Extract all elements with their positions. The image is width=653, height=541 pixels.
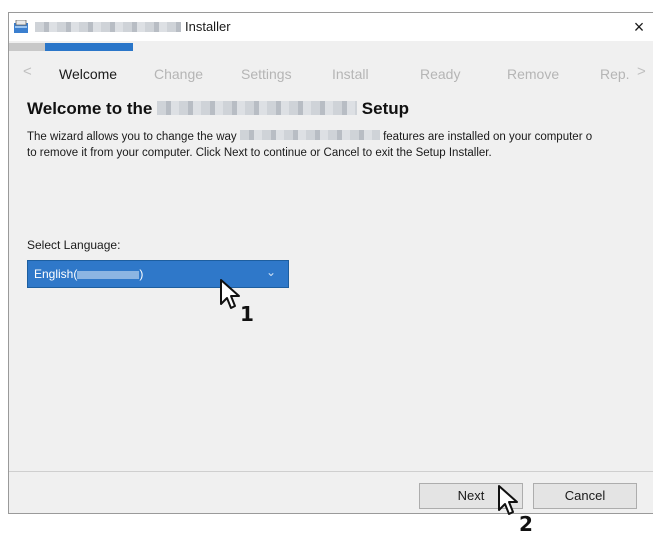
page-description: The wizard allows you to change the way …	[27, 129, 653, 161]
language-dropdown[interactable]: English() ⌄	[27, 260, 289, 288]
desc-line2: to remove it from your computer. Click N…	[27, 147, 492, 159]
window-title: Installer	[185, 19, 231, 34]
language-value-prefix: English(	[34, 267, 78, 281]
installer-icon	[14, 20, 28, 33]
language-dropdown-value: English()	[34, 267, 143, 281]
language-value-suffix: )	[139, 267, 144, 281]
progress-track	[9, 43, 45, 51]
step-remove[interactable]: Remove	[507, 66, 559, 82]
chevron-down-icon: ⌄	[265, 265, 276, 279]
footer-bar: Next Cancel	[9, 471, 653, 513]
page-title: Welcome to the Setup	[27, 99, 409, 119]
progress-bar	[9, 41, 653, 53]
step-repair[interactable]: Rep.	[600, 66, 630, 82]
redacted-product-name-heading	[157, 101, 358, 115]
redacted-product-name	[35, 22, 181, 32]
steps-next-arrow[interactable]: >	[637, 63, 646, 80]
installer-window: Installer × < Welcome Change Settings In…	[8, 12, 653, 514]
callout-number-1: 1	[240, 302, 254, 326]
desc-line1-start: The wizard allows you to change the way	[27, 131, 237, 143]
step-settings[interactable]: Settings	[241, 66, 292, 82]
callout-number-2: 2	[519, 512, 533, 536]
progress-fill	[45, 43, 133, 51]
page-title-prefix: Welcome to the	[27, 99, 153, 118]
step-ready[interactable]: Ready	[420, 66, 460, 82]
step-change[interactable]: Change	[154, 66, 203, 82]
wizard-steps: < Welcome Change Settings Install Ready …	[9, 63, 653, 87]
step-welcome[interactable]: Welcome	[59, 66, 117, 82]
steps-prev-arrow[interactable]: <	[23, 63, 32, 80]
step-install[interactable]: Install	[332, 66, 369, 82]
cancel-button[interactable]: Cancel	[533, 483, 637, 509]
page-title-suffix: Setup	[361, 99, 410, 118]
desc-line1-end: features are installed on your computer …	[383, 131, 593, 143]
title-bar: Installer ×	[9, 13, 653, 41]
select-language-label: Select Language:	[27, 238, 121, 252]
close-button[interactable]: ×	[627, 15, 651, 39]
redacted-product-name-desc	[239, 130, 380, 140]
redacted-language-name	[77, 270, 140, 279]
